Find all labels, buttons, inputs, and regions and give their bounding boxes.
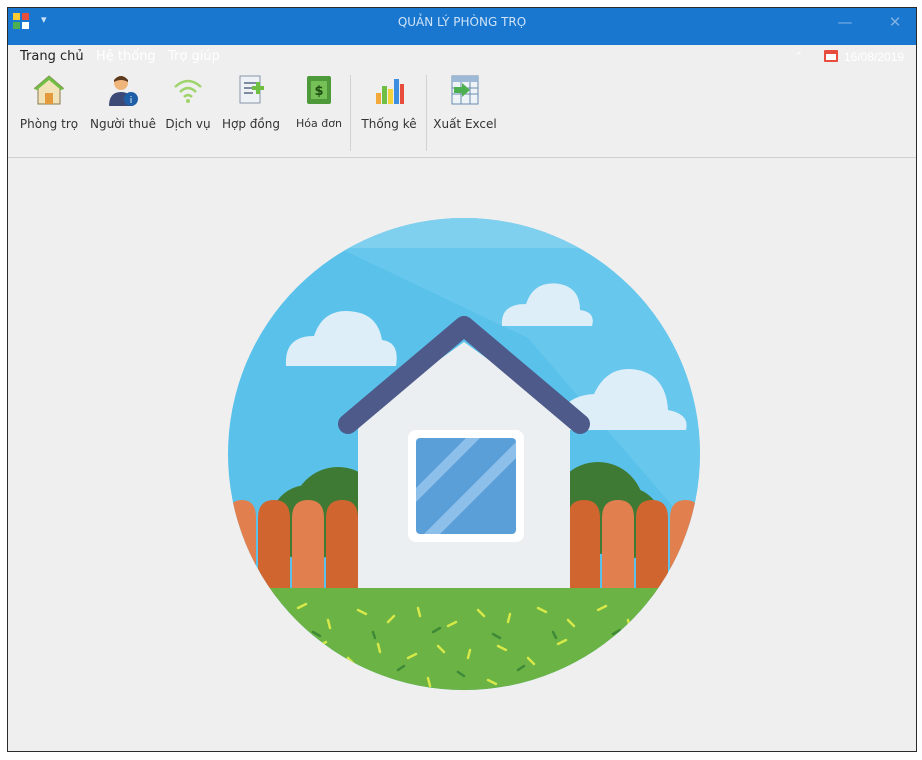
ribbon-button-hoa-don[interactable]: $ Hóa đơn [288,73,350,130]
ribbon-label: Dịch vụ [165,117,211,131]
invoice-icon: $ [307,76,331,104]
svg-text:$: $ [314,84,323,99]
menu-tab-tro-giup[interactable]: Trợ giúp [160,45,228,69]
tenant-icon: i [109,76,138,106]
ribbon-separator [350,75,351,151]
ribbon-button-thong-ke[interactable]: Thống kê [356,73,422,131]
ribbon-button-hop-dong[interactable]: Hợp đồng [218,73,284,131]
ribbon-separator [426,75,427,151]
ribbon-button-phong-tro[interactable]: Phòng trọ [16,73,82,131]
ribbon-button-dich-vu[interactable]: Dịch vụ [162,73,214,131]
app-window: ▾ QUẢN LÝ PHÒNG TRỌ — ✕ Trang chủ Hệ thố… [7,7,917,752]
ribbon-button-nguoi-thue[interactable]: i Người thuê [86,73,160,131]
ribbon-label: Thống kê [361,117,417,131]
ribbon-button-xuat-excel[interactable]: Xuất Excel [432,73,498,131]
current-date: 16/08/2019 [844,50,905,64]
ribbon-label: Hóa đơn [296,117,342,130]
chart-icon [376,79,404,104]
menu-tab-trang-chu[interactable]: Trang chủ [12,45,92,69]
calendar-icon [824,50,838,62]
svg-text:i: i [130,96,133,106]
house-illustration [228,218,700,690]
menu-tab-he-thong[interactable]: Hệ thống [88,45,164,69]
ribbon-label: Xuất Excel [433,117,497,131]
window-title: QUẢN LÝ PHÒNG TRỌ [397,15,527,29]
ribbon-label: Hợp đồng [222,117,280,131]
ribbon-toolbar: Phòng trọ i Người thuê Dịch vụ Hợp đồng … [8,69,916,158]
close-button[interactable]: ✕ [880,11,910,33]
ribbon-label: Phòng trọ [19,117,79,131]
ribbon-label: Người thuê [90,117,156,131]
collapse-ribbon-button[interactable]: ⌃ [794,48,803,66]
minimize-button[interactable]: — [830,11,860,33]
contract-icon [239,75,264,104]
wifi-icon [174,79,202,103]
title-bar: ▾ QUẢN LÝ PHÒNG TRỌ — ✕ [8,8,916,45]
excel-icon [451,75,479,105]
house-icon [33,75,65,105]
